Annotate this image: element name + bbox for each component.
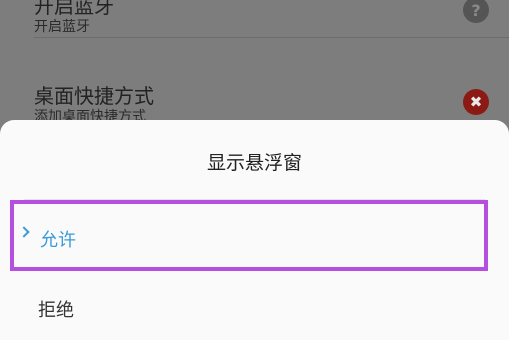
floating-window-dialog: 显示悬浮窗 允许 拒绝 — [0, 120, 509, 340]
divider — [34, 37, 509, 38]
option-deny-label: 拒绝 — [38, 300, 74, 321]
setting-shortcut-title: 桌面快捷方式 — [34, 84, 154, 108]
selection-highlight — [10, 200, 488, 271]
close-icon[interactable]: ✖ — [463, 89, 489, 115]
option-deny[interactable]: 拒绝 — [0, 280, 509, 340]
option-allow-label: 允许 — [40, 230, 76, 251]
option-allow[interactable]: 允许 — [10, 200, 490, 271]
dialog-title: 显示悬浮窗 — [206, 152, 302, 174]
setting-bluetooth-subtitle: 开启蓝牙 — [34, 19, 90, 35]
setting-bluetooth[interactable]: 开启蓝牙 开启蓝牙 — [0, 0, 509, 54]
